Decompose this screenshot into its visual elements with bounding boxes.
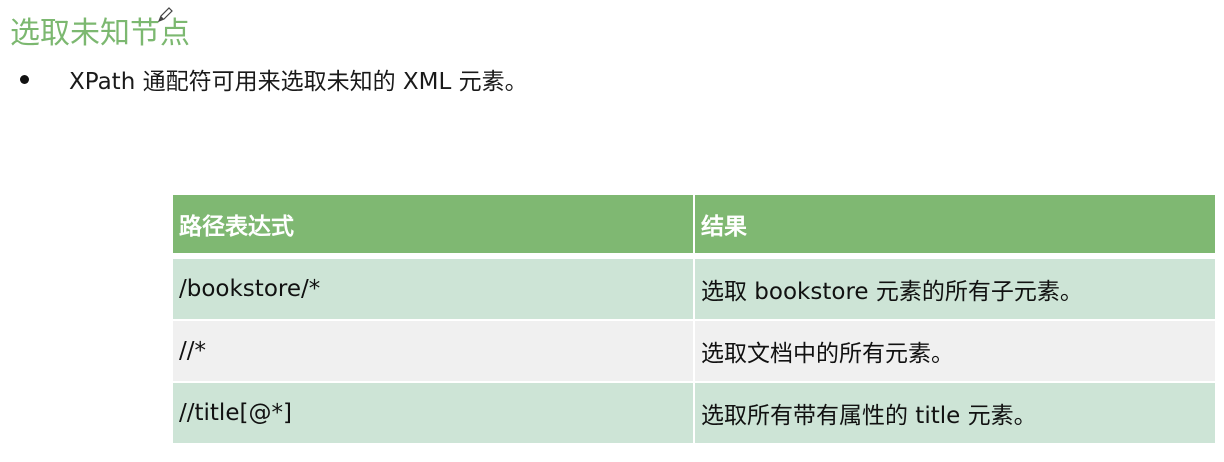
header-result: 结果 [695,195,1215,253]
result-cell: 选取所有带有属性的 title 元素。 [695,383,1215,445]
bullet-item: XPath 通配符可用来选取未知的 XML 元素。 [18,62,528,96]
path-cell: //title[@*] [173,383,693,445]
path-cell: /bookstore/* [173,259,693,321]
table-row: //title[@*] 选取所有带有属性的 title 元素。 [173,383,1215,445]
table-row: //* 选取文档中的所有元素。 [173,321,1215,383]
xpath-table: 路径表达式 结果 /bookstore/* 选取 bookstore 元素的所有… [171,195,1217,445]
bullet-text: XPath 通配符可用来选取未知的 XML 元素。 [69,69,528,95]
header-path-expression: 路径表达式 [173,195,693,253]
bullet-icon [20,74,29,84]
table-row: /bookstore/* 选取 bookstore 元素的所有子元素。 [173,259,1215,321]
result-cell: 选取 bookstore 元素的所有子元素。 [695,259,1215,321]
pencil-icon [157,7,173,23]
path-cell: //* [173,321,693,383]
result-cell: 选取文档中的所有元素。 [695,321,1215,383]
